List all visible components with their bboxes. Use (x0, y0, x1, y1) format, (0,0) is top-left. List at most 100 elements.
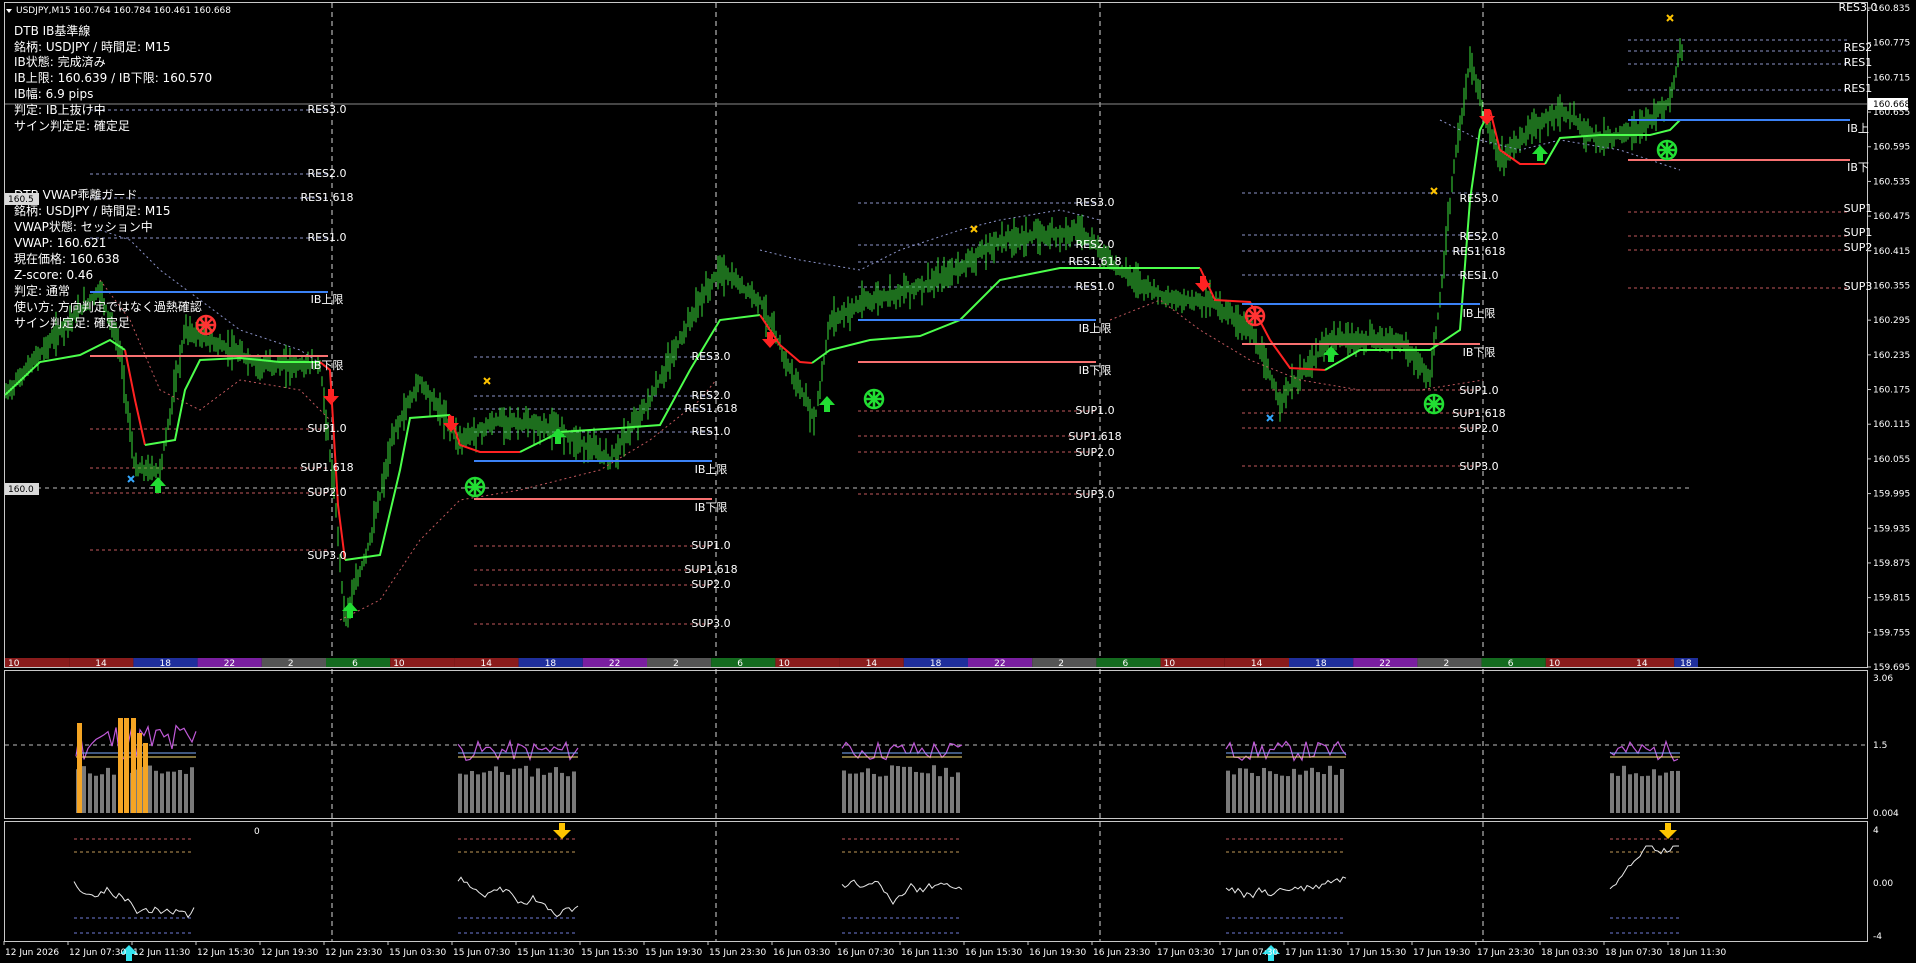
sell-arrow-icon (443, 416, 459, 432)
session-hour-label: 10 (1164, 659, 1176, 669)
main-price-pane[interactable] (4, 2, 1868, 668)
time-axis-label: 15 Jun 07:30 (453, 948, 510, 958)
sub1-axis-label: 0.004 (1873, 809, 1899, 819)
histogram-bar (154, 770, 158, 813)
level-label: SUP3.0 (1459, 460, 1498, 473)
histogram-bar (1670, 770, 1674, 813)
session-segment (326, 658, 391, 667)
left-marker-bottom: 160.0 (8, 485, 34, 495)
time-axis[interactable]: 12 Jun 2026 12 Jun 07:30 12 Jun 11:30 12 Ju… (3, 941, 1726, 958)
volume-histogram (75, 718, 1680, 813)
yellow-down-arrow-icon (1659, 823, 1677, 839)
level-label: SUP3.0 (691, 617, 730, 630)
histogram-bar (1292, 768, 1296, 813)
histogram-bar (902, 766, 906, 813)
level-label: RES1.618 (684, 402, 737, 415)
current-price: 160.668 (1873, 100, 1910, 110)
time-axis-label: 16 Jun 11:30 (901, 948, 958, 958)
price-axis-label: 160.775 (1873, 39, 1910, 49)
level-label: SUP3 (1844, 280, 1873, 293)
level-label: IB下限 (1079, 364, 1112, 377)
menu-triangle-icon[interactable] (6, 9, 12, 13)
histogram-bar (866, 768, 870, 813)
histogram-bar (166, 771, 170, 813)
signal-markers (127, 14, 1678, 618)
sub2-axis-label: -4 (1873, 932, 1882, 942)
level-label: RES3.0 (1459, 192, 1498, 205)
histogram-bar (106, 767, 110, 813)
level-label: RES2.0 (307, 167, 346, 180)
time-axis-label: 17 Jun 15:30 (1349, 948, 1406, 958)
session-hour-label: 22 (609, 659, 620, 669)
histogram-bar (1622, 765, 1626, 813)
histogram-bar (1244, 768, 1248, 813)
time-axis-label: 15 Jun 15:30 (581, 948, 638, 958)
histogram-bar (1658, 775, 1662, 813)
histogram-bar (860, 772, 864, 813)
histogram-bar (1676, 770, 1680, 813)
level-label: IB上限 (1463, 307, 1496, 320)
histogram-bar (482, 772, 486, 813)
price-axis-label: 159.815 (1873, 594, 1910, 604)
histogram-bar-highlight (137, 733, 142, 813)
time-axis-label: 12 Jun 15:30 (197, 948, 254, 958)
histogram-bar (476, 774, 480, 813)
histogram-bar (914, 771, 918, 813)
info-line: 判定: 通常 (14, 283, 70, 298)
sell-arrow-icon (323, 389, 339, 405)
session-segment (647, 658, 712, 667)
level-label: IB上 (1847, 122, 1869, 135)
level-label: SUP2.0 (307, 486, 346, 499)
histogram-bar (88, 773, 92, 813)
histogram-bar (1340, 769, 1344, 813)
histogram-bar (458, 773, 462, 813)
level-label: RES3.0 (1075, 196, 1114, 209)
trading-chart[interactable]: RES3.0 RES2.0 RES1.618 RES1.0 IB上限 IB下限 … (0, 0, 1916, 963)
histogram-bar (530, 776, 534, 813)
session-segment (1096, 658, 1161, 667)
level-label: SUP1.618 (1452, 407, 1505, 420)
time-axis-label: 15 Jun 11:30 (517, 948, 574, 958)
histogram-bar (926, 773, 930, 813)
time-axis-label: 17 Jun 03:30 (1157, 948, 1214, 958)
info-line: 現在価格: 160.638 (14, 251, 119, 266)
info-line: サイン判定足: 確定足 (14, 315, 130, 330)
time-axis-label: 18 Jun 03:30 (1541, 948, 1598, 958)
level-label: SUP2.0 (1459, 422, 1498, 435)
price-axis-label: 160.235 (1873, 351, 1910, 361)
info-line: サイン判定足: 確定足 (14, 118, 130, 133)
session-hour-label: 22 (994, 659, 1005, 669)
oscillator-pane[interactable] (4, 821, 1868, 942)
info-line: IB状態: 完成済み (14, 54, 106, 69)
left-marker-top: 160.5 (8, 195, 34, 205)
sub2-axis: 4 0.00 -4 (1873, 826, 1893, 942)
histogram-bar (494, 766, 498, 813)
level-label: SUP1.0 (691, 539, 730, 552)
level-label: SUP1.618 (1068, 430, 1121, 443)
level-label: SUP1 (1844, 202, 1873, 215)
time-axis-label: 15 Jun 19:30 (645, 948, 702, 958)
histogram-bar (908, 766, 912, 813)
histogram-bar (100, 774, 104, 813)
session-segment (711, 658, 776, 667)
buy-arrow-icon (1532, 145, 1548, 161)
histogram-bar (956, 772, 960, 813)
session-hour-label: 14 (866, 659, 878, 669)
histogram-bar (1226, 770, 1230, 813)
histogram-bar (1298, 774, 1302, 813)
session-segment (1032, 658, 1097, 667)
histogram-bar (1304, 770, 1308, 813)
level-label: SUP2 (1844, 241, 1873, 254)
histogram-bar (82, 766, 86, 813)
price-axis-label: 159.875 (1873, 559, 1910, 569)
time-axis-label: 16 Jun 15:30 (965, 948, 1022, 958)
time-axis-label: 12 Jun 07:30 (69, 948, 126, 958)
histogram-bar (184, 773, 188, 813)
price-axis-label: 159.995 (1873, 490, 1910, 500)
histogram-bar (1634, 773, 1638, 813)
level-label: SUP1.618 (300, 461, 353, 474)
session-hour-label: 22 (224, 659, 235, 669)
histogram-bar (512, 768, 516, 813)
level-label: SUP1.0 (307, 422, 346, 435)
level-label: RES3.0 (691, 350, 730, 363)
